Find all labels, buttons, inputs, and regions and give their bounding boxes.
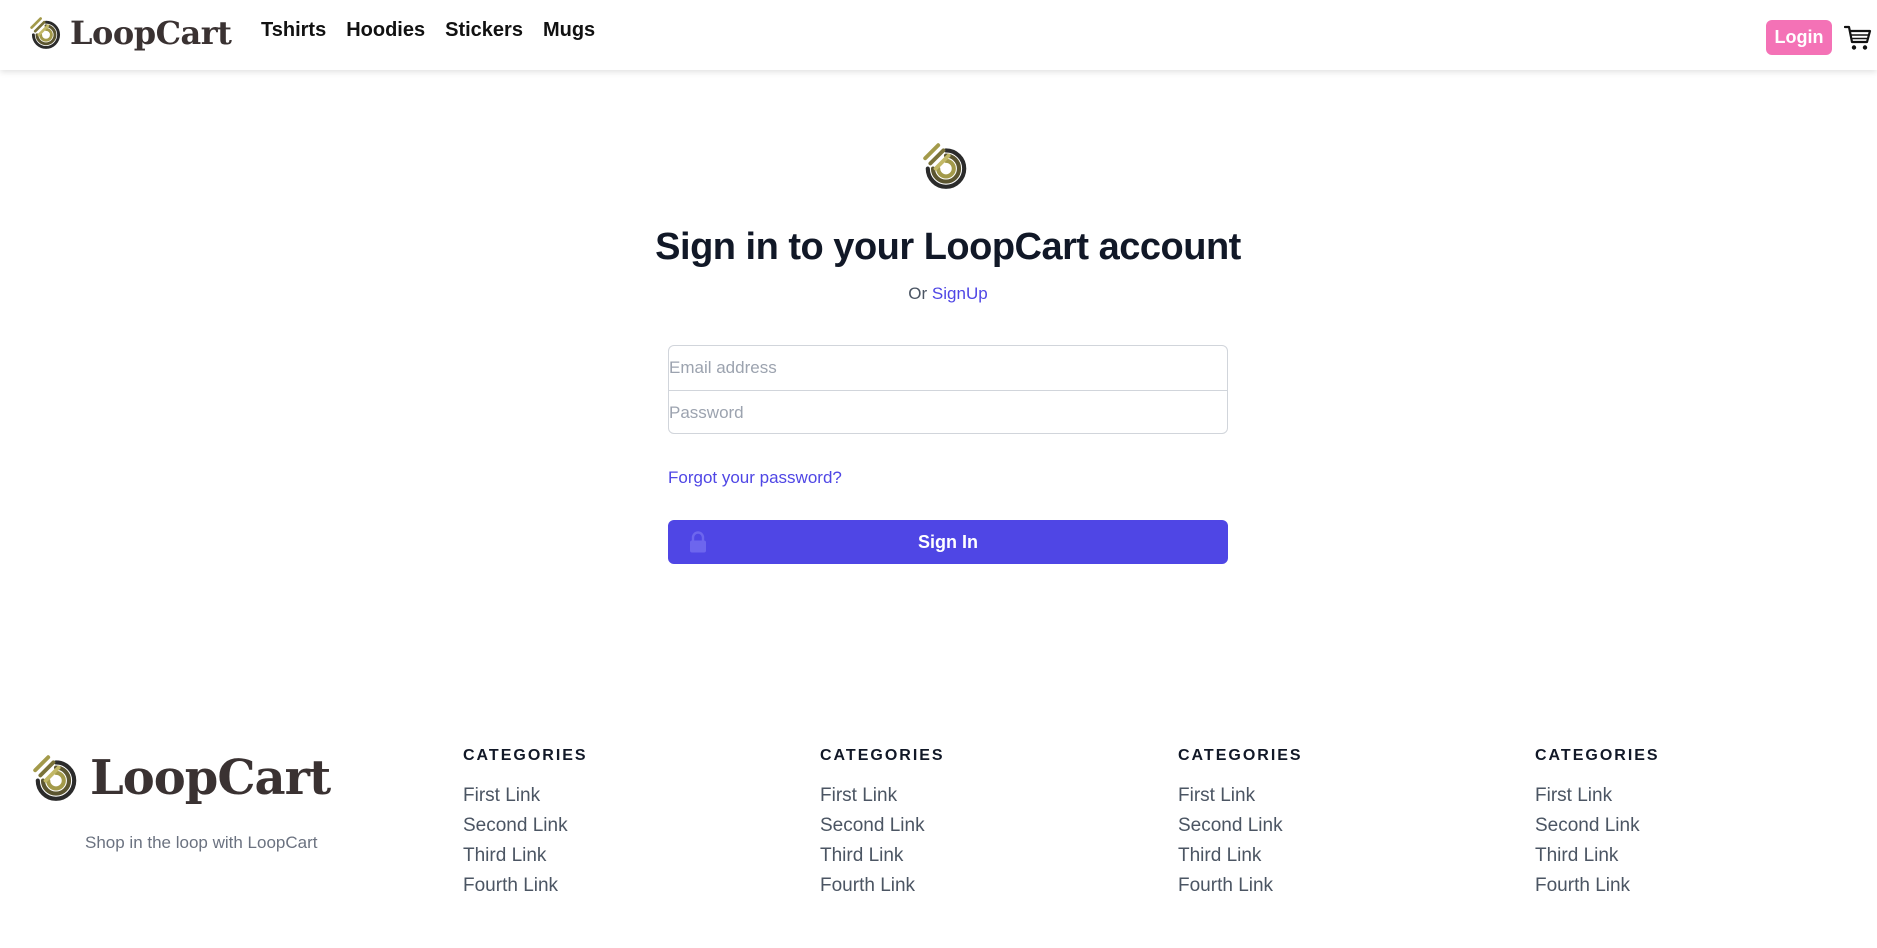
- signup-prompt: Or SignUp: [0, 284, 1877, 304]
- footer-column: CATEGORIES First Link Second Link Third …: [1535, 747, 1835, 901]
- or-text: Or: [908, 284, 928, 303]
- footer-link[interactable]: Fourth Link: [820, 871, 1120, 901]
- login-button[interactable]: Login: [1766, 20, 1832, 55]
- footer-link[interactable]: First Link: [820, 781, 1120, 811]
- footer-tagline: Shop in the loop with LoopCart: [85, 833, 318, 852]
- nav-mugs[interactable]: Mugs: [543, 19, 595, 42]
- footer-link[interactable]: Fourth Link: [1178, 871, 1478, 901]
- footer-link[interactable]: Third Link: [820, 841, 1120, 871]
- loopcart-logo-icon: [28, 15, 64, 51]
- footer-column: CATEGORIES First Link Second Link Third …: [463, 747, 763, 901]
- footer-column: CATEGORIES First Link Second Link Third …: [1178, 747, 1478, 901]
- footer-link[interactable]: Third Link: [463, 841, 763, 871]
- loopcart-logo-icon: [30, 752, 82, 804]
- loopcart-logo-icon: [920, 140, 972, 192]
- password-field[interactable]: [669, 391, 1227, 433]
- footer-brand[interactable]: LoopCart: [30, 750, 331, 806]
- lock-icon: [690, 531, 706, 553]
- footer-link[interactable]: Second Link: [1178, 811, 1478, 841]
- sign-in-label: Sign In: [918, 531, 978, 552]
- sign-in-button[interactable]: Sign In: [668, 520, 1228, 564]
- signup-link[interactable]: SignUp: [932, 284, 988, 303]
- site-header: LoopCart Tshirts Hoodies Stickers Mugs L…: [0, 0, 1877, 70]
- credentials-group: [668, 345, 1228, 434]
- footer-column-heading: CATEGORIES: [463, 747, 588, 764]
- brand-home-link[interactable]: LoopCart: [28, 14, 232, 52]
- nav-hoodies[interactable]: Hoodies: [346, 19, 425, 42]
- cart-icon[interactable]: [1844, 25, 1872, 51]
- footer-link[interactable]: Second Link: [820, 811, 1120, 841]
- footer-link[interactable]: First Link: [463, 781, 763, 811]
- nav-stickers[interactable]: Stickers: [445, 19, 523, 42]
- footer-link[interactable]: Fourth Link: [1535, 871, 1835, 901]
- brand-name: LoopCart: [70, 14, 232, 52]
- footer-link[interactable]: Fourth Link: [463, 871, 763, 901]
- footer-column-heading: CATEGORIES: [1535, 747, 1660, 764]
- footer-link[interactable]: Second Link: [463, 811, 763, 841]
- forgot-password-link[interactable]: Forgot your password?: [668, 468, 842, 488]
- footer-link[interactable]: Third Link: [1178, 841, 1478, 871]
- footer-column-heading: CATEGORIES: [1178, 747, 1303, 764]
- signin-title: Sign in to your LoopCart account: [655, 226, 1241, 268]
- main-nav: Tshirts Hoodies Stickers Mugs: [261, 19, 615, 42]
- footer-column: CATEGORIES First Link Second Link Third …: [820, 747, 1120, 901]
- footer-link[interactable]: Third Link: [1535, 841, 1835, 871]
- footer-column-heading: CATEGORIES: [820, 747, 945, 764]
- footer-link[interactable]: First Link: [1178, 781, 1478, 811]
- email-field[interactable]: [669, 346, 1227, 390]
- footer-link[interactable]: First Link: [1535, 781, 1835, 811]
- nav-tshirts[interactable]: Tshirts: [261, 19, 326, 42]
- footer-link[interactable]: Second Link: [1535, 811, 1835, 841]
- footer-brand-name: LoopCart: [90, 750, 331, 806]
